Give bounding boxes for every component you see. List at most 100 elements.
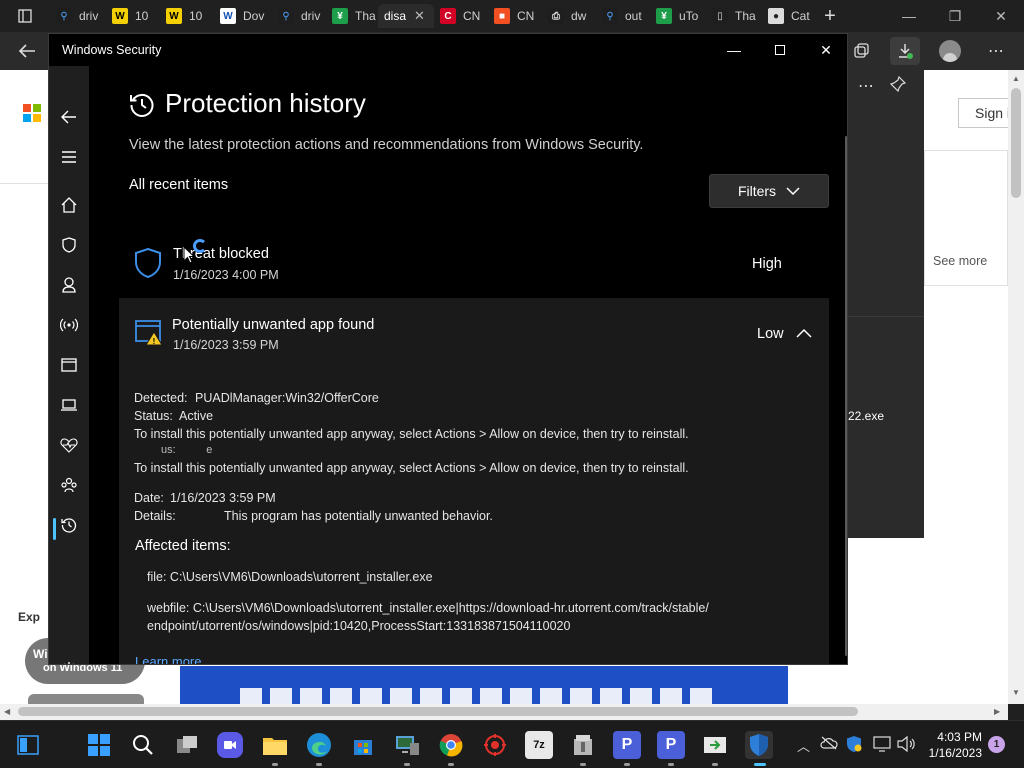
hscrollbar-thumb[interactable] (18, 707, 858, 716)
chrome-icon[interactable] (437, 731, 465, 759)
ws-minimize-button[interactable]: — (711, 34, 757, 66)
pin-icon[interactable] (889, 75, 907, 96)
browser-tab[interactable]: ▯ Tha (706, 4, 760, 28)
flyout-more-icon[interactable]: ⋯ (858, 76, 874, 96)
scrollbar-thumb[interactable] (1011, 88, 1021, 198)
browser-tab[interactable]: ⚲ driv (50, 4, 105, 28)
item-title: Potentially unwanted app found (172, 317, 375, 333)
tray-date[interactable]: 1/16/2023 (924, 746, 982, 760)
ws-app-browser-control-icon[interactable] (49, 350, 89, 380)
ws-back-arrow-icon[interactable] (49, 102, 89, 132)
ws-settings-gear-icon[interactable] (49, 654, 89, 664)
new-tab-button[interactable]: + (815, 2, 845, 30)
browser-tab[interactable]: ¥ uTo (650, 4, 704, 28)
browser-tab[interactable]: disa ✕ (378, 4, 434, 28)
browser-tab[interactable]: C CN (434, 4, 484, 28)
7zip-icon[interactable]: 7z (525, 731, 553, 759)
browser-tab-label: CN (463, 9, 481, 23)
garbled-text: us: e (161, 444, 213, 456)
ws-device-security-icon[interactable] (49, 390, 89, 420)
remote-app-icon[interactable] (701, 731, 729, 759)
notification-badge[interactable]: 1 (988, 736, 1005, 753)
details-label: Details: (134, 509, 176, 523)
browser-minimize-button[interactable]: — (886, 0, 932, 32)
volume-icon[interactable] (897, 735, 915, 757)
search-icon[interactable] (129, 731, 157, 759)
detected-label: Detected: (134, 391, 188, 405)
browser-tab[interactable]: ¥ Tha (326, 4, 378, 28)
browser-tab[interactable]: W Dov (214, 4, 272, 28)
w-blue-icon: W (220, 8, 236, 24)
ws-family-options-icon[interactable] (49, 470, 89, 500)
back-arrow-icon[interactable] (12, 37, 42, 65)
tab-actions-icon[interactable] (10, 2, 40, 30)
history-item-pua-expanded: ! Potentially unwanted app found 1/16/20… (119, 298, 829, 664)
history-item-threat-blocked[interactable]: Threat blocked 1/16/2023 4:00 PM High (119, 234, 829, 296)
microsoft-store-icon[interactable] (349, 731, 377, 759)
p-app-icon-2[interactable]: P (657, 731, 685, 759)
tray-overflow-chevron-icon[interactable]: ︿ (797, 736, 810, 755)
browser-tab[interactable]: ⚲ driv (272, 4, 324, 28)
archive-app-icon[interactable] (569, 731, 597, 759)
cloud-offline-icon[interactable] (820, 736, 838, 755)
ws-account-protection-icon[interactable] (49, 270, 89, 300)
tray-time[interactable]: 4:03 PM (930, 730, 982, 744)
list-header: All recent items (129, 177, 229, 193)
ws-device-performance-health-icon[interactable] (49, 430, 89, 460)
status-label: Status: (134, 409, 173, 423)
ws-maximize-button[interactable] (757, 34, 803, 66)
explore-text: Exp (18, 610, 41, 624)
red-bug-app-icon[interactable] (481, 731, 509, 759)
browser-close-button[interactable]: ✕ (978, 0, 1024, 32)
pc-network-icon[interactable] (393, 731, 421, 759)
document-icon: ⎙ (548, 8, 564, 24)
teams-chat-icon[interactable] (217, 732, 243, 758)
affected-webfile-line-1: webfile: C:\Users\VM6\Downloads\utorrent… (147, 601, 709, 615)
ws-scrollbar[interactable] (845, 136, 847, 656)
ws-home-icon[interactable] (49, 190, 89, 220)
task-view-icon[interactable] (173, 731, 201, 759)
browser-tab[interactable]: ● Cat (762, 4, 812, 28)
windows-security-window: Windows Security — ✕ Protection history … (48, 33, 848, 665)
windows-security-taskbar-icon[interactable] (745, 731, 773, 759)
ws-firewall-network-icon[interactable] (49, 310, 89, 340)
flyout-panel: See more (924, 150, 1008, 286)
display-tray-icon[interactable] (873, 736, 891, 757)
ws-virus-protection-shield-icon[interactable] (49, 230, 89, 260)
learn-more-link[interactable]: Learn more (135, 654, 201, 664)
page-horizontal-scrollbar[interactable]: ◀ ▶ (0, 704, 1008, 720)
more-menu-icon[interactable]: ⋯ (981, 37, 1011, 65)
advice-text-1: To install this potentially unwanted app… (134, 427, 689, 441)
p-app-icon[interactable]: P (613, 731, 641, 759)
defender-tray-icon[interactable] (846, 735, 862, 758)
detected-value: PUADlManager:Win32/OfferCore (195, 391, 379, 405)
download-file-name[interactable]: 22.exe (848, 409, 884, 423)
affected-items-header: Affected items: (135, 538, 231, 554)
filters-button[interactable]: Filters (709, 174, 829, 208)
browser-tab-label: Cat (791, 9, 810, 23)
browser-tab[interactable]: W 10 (106, 4, 162, 28)
browser-restore-button[interactable]: ❐ (932, 0, 978, 32)
browser-tab[interactable]: ⚲ out (596, 4, 650, 28)
profile-avatar[interactable] (935, 37, 965, 65)
downloads-button[interactable] (890, 37, 920, 65)
date-label: Date: (134, 491, 164, 505)
see-more-link[interactable]: See more (933, 254, 987, 268)
collections-icon[interactable] (846, 37, 876, 65)
file-explorer-icon[interactable] (261, 731, 289, 759)
chevron-up-icon[interactable] (796, 328, 812, 338)
history-item-pua-header[interactable]: ! Potentially unwanted app found 1/16/20… (119, 298, 829, 368)
browser-tab[interactable]: W 10 (160, 4, 218, 28)
show-desktop-icon[interactable] (14, 731, 42, 759)
ws-close-button[interactable]: ✕ (803, 34, 847, 66)
tab-close-icon[interactable]: ✕ (414, 8, 425, 24)
w-yellow-icon: W (166, 8, 182, 24)
video-thumbnail[interactable] (180, 666, 788, 704)
start-windows-logo-icon[interactable] (85, 731, 113, 759)
browser-tab[interactable]: ■ CN (488, 4, 540, 28)
ws-hamburger-menu-icon[interactable] (49, 142, 89, 172)
ws-protection-history-icon[interactable] (49, 510, 89, 540)
browser-tab[interactable]: ⎙ dw (542, 4, 596, 28)
page-vertical-scrollbar[interactable]: ▲ ▼ (1008, 70, 1024, 704)
edge-browser-icon[interactable] (305, 731, 333, 759)
